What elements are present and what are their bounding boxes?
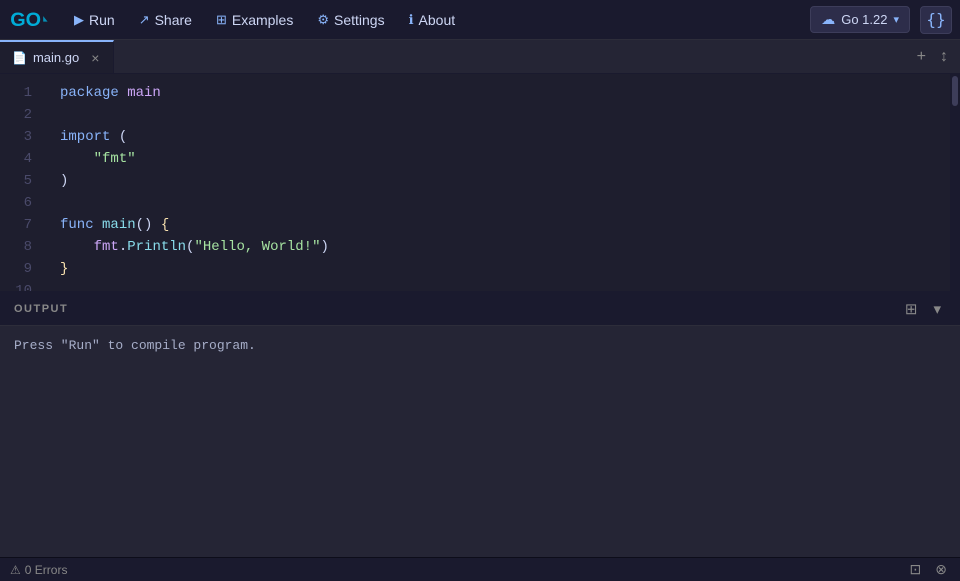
output-header: OUTPUT ⊞ ▾ <box>0 292 960 326</box>
code-line-5: ) <box>60 170 938 192</box>
share-label: Share <box>155 12 192 28</box>
status-screen-icon[interactable]: ⊡ <box>907 561 925 578</box>
sort-tabs-button[interactable]: ↕ <box>936 46 952 68</box>
editor-container: 📄 main.go × + ↕ 12345678910 package main… <box>0 40 960 291</box>
examples-button[interactable]: ⊞ Examples <box>206 7 303 33</box>
code-editor: 12345678910 package main import ( "fmt") f… <box>0 74 960 291</box>
code-content[interactable]: package main import ( "fmt") func main() {… <box>48 74 950 291</box>
tab-main-go[interactable]: 📄 main.go × <box>0 40 114 73</box>
status-github-icon[interactable]: ⊗ <box>932 561 950 578</box>
code-line-10 <box>60 280 938 291</box>
settings-label: Settings <box>334 12 385 28</box>
top-nav: GO ▶ Run ↗ Share ⊞ Examples ⚙ Settings ℹ… <box>0 0 960 40</box>
cloud-icon: ☁ <box>821 11 835 28</box>
split-view-button[interactable]: ⊞ <box>900 298 923 320</box>
version-label: Go 1.22 <box>841 12 887 27</box>
format-button[interactable]: {} <box>920 6 952 34</box>
tab-filename: main.go <box>33 50 79 65</box>
chevron-down-icon: ▾ <box>893 13 899 26</box>
go-logo: GO <box>8 6 52 34</box>
output-label: OUTPUT <box>14 303 68 315</box>
about-label: About <box>419 12 456 28</box>
add-tab-button[interactable]: + <box>913 46 930 68</box>
errors-status[interactable]: ⚠ 0 Errors <box>10 563 67 577</box>
code-line-3: import ( <box>60 126 938 148</box>
code-line-7: func main() { <box>60 214 938 236</box>
code-line-2 <box>60 104 938 126</box>
status-bar: ⚠ 0 Errors ⊡ ⊗ <box>0 557 960 581</box>
about-button[interactable]: ℹ About <box>399 7 466 33</box>
share-icon: ↗ <box>139 12 150 28</box>
code-line-9: } <box>60 258 938 280</box>
settings-icon: ⚙ <box>317 12 329 28</box>
tab-actions: + ↕ <box>913 40 960 73</box>
braces-icon: {} <box>926 10 945 29</box>
error-icon: ⚠ <box>10 563 21 577</box>
examples-icon: ⊞ <box>216 12 227 28</box>
share-button[interactable]: ↗ Share <box>129 7 202 33</box>
tab-close-button[interactable]: × <box>89 51 101 65</box>
run-label: Run <box>89 12 115 28</box>
expand-output-button[interactable]: ▾ <box>928 298 946 320</box>
settings-button[interactable]: ⚙ Settings <box>307 7 394 33</box>
output-content: Press "Run" to compile program. <box>0 326 960 557</box>
code-line-8: fmt.Println("Hello, World!") <box>60 236 938 258</box>
status-right: ⊡ ⊗ <box>907 561 950 578</box>
svg-text:GO: GO <box>10 9 41 31</box>
vertical-scrollbar[interactable] <box>950 74 960 291</box>
file-icon: 📄 <box>12 51 27 65</box>
run-button[interactable]: ▶ Run <box>64 7 125 33</box>
code-line-1: package main <box>60 82 938 104</box>
tab-bar: 📄 main.go × + ↕ <box>0 40 960 74</box>
examples-label: Examples <box>232 12 293 28</box>
code-line-6 <box>60 192 938 214</box>
about-icon: ℹ <box>409 12 414 28</box>
version-selector[interactable]: ☁ Go 1.22 ▾ <box>810 6 910 33</box>
output-area: OUTPUT ⊞ ▾ Press "Run" to compile progra… <box>0 291 960 557</box>
code-line-4: "fmt" <box>60 148 938 170</box>
output-text: Press "Run" to compile program. <box>14 338 256 353</box>
output-controls: ⊞ ▾ <box>900 298 946 320</box>
scrollbar-thumb[interactable] <box>952 76 958 106</box>
run-icon: ▶ <box>74 12 84 28</box>
errors-label: 0 Errors <box>25 563 68 577</box>
line-numbers: 12345678910 <box>0 74 48 291</box>
